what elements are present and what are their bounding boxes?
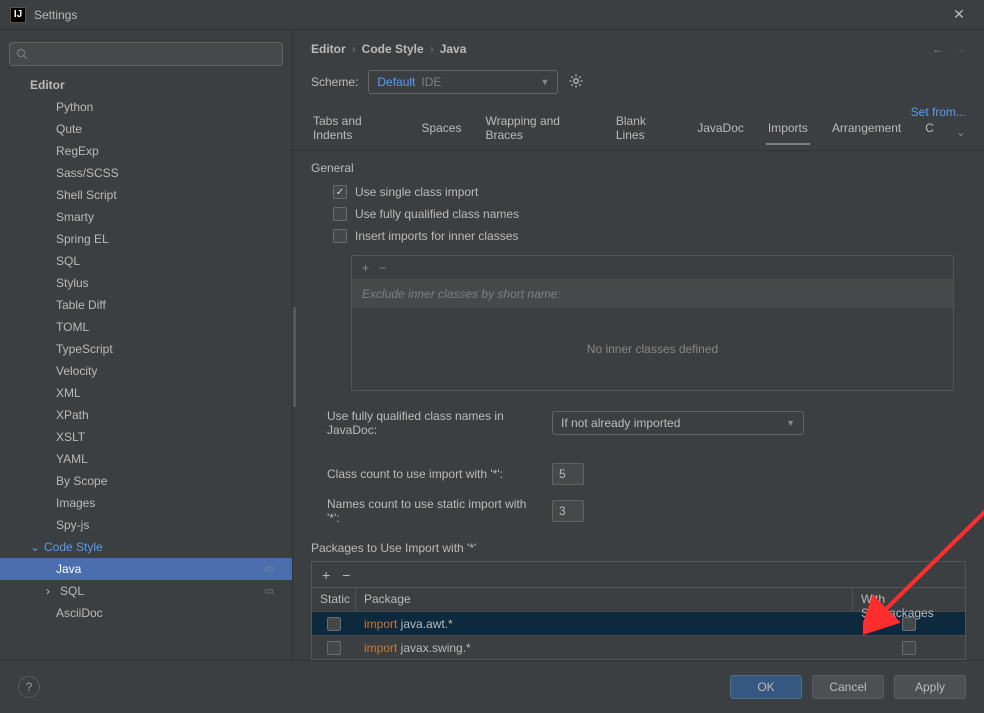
packages-toolbar: + − (311, 561, 966, 587)
ok-button[interactable]: OK (730, 675, 802, 699)
checkbox-icon[interactable] (327, 617, 341, 631)
scheme-label: Scheme: (311, 75, 358, 89)
tag-icon: ▭ (265, 586, 274, 597)
gear-icon[interactable] (568, 73, 584, 92)
tree-item-smarty[interactable]: Smarty (0, 206, 292, 228)
set-from-link[interactable]: Set from... (911, 105, 966, 119)
table-row[interactable]: import javax.swing.* (312, 635, 965, 659)
tree-item-images[interactable]: Images (0, 492, 292, 514)
tree-item-spring-el[interactable]: Spring EL (0, 228, 292, 250)
tree-item-python[interactable]: Python (0, 96, 292, 118)
checkbox-icon[interactable] (902, 641, 916, 655)
tree-item-xslt[interactable]: XSLT (0, 426, 292, 448)
tree-item-velocity[interactable]: Velocity (0, 360, 292, 382)
checkbox-icon[interactable] (333, 185, 347, 199)
tree-item-regexp[interactable]: RegExp (0, 140, 292, 162)
scheme-select[interactable]: Default IDE ▼ (368, 70, 558, 94)
checkbox-icon[interactable] (333, 207, 347, 221)
checkbox-icon[interactable] (327, 641, 341, 655)
remove-icon[interactable]: − (379, 261, 386, 275)
class-count-label: Class count to use import with '*': (327, 467, 542, 481)
tree-item-code-style[interactable]: ⌄ Code Style (0, 536, 292, 558)
names-count-label: Names count to use static import with '*… (327, 497, 542, 525)
packages-table-head: Static Package With Subpackages (312, 588, 965, 611)
help-button[interactable]: ? (18, 676, 40, 698)
class-count-input[interactable]: 5 (552, 463, 584, 485)
content: General Use single class import Use full… (293, 151, 984, 660)
title-bar: IJ Settings ✕ (0, 0, 984, 30)
nav-back-icon[interactable]: ← (932, 42, 944, 56)
add-icon[interactable]: + (362, 261, 369, 275)
tab-c[interactable]: C (923, 121, 936, 143)
checkbox-icon[interactable] (333, 229, 347, 243)
chevron-down-icon: ▼ (786, 418, 795, 428)
fq-javadoc-label: Use fully qualified class names in JavaD… (327, 409, 542, 437)
chevron-down-icon: ▼ (540, 77, 549, 87)
chevron-right-icon: › (46, 584, 58, 598)
tree-item-sql[interactable]: SQL (0, 250, 292, 272)
search-input[interactable] (9, 42, 283, 66)
tree-item-sass-scss[interactable]: Sass/SCSS (0, 162, 292, 184)
tree-item-typescript[interactable]: TypeScript (0, 338, 292, 360)
tree-item-by-scope[interactable]: By Scope (0, 470, 292, 492)
nav-forward-icon[interactable]: → (954, 42, 966, 56)
tab-blank-lines[interactable]: Blank Lines (614, 114, 675, 150)
close-button[interactable]: ✕ (944, 0, 974, 30)
settings-tree[interactable]: Editor PythonQuteRegExpSass/SCSSShell Sc… (0, 74, 292, 660)
tree-item-stylus[interactable]: Stylus (0, 272, 292, 294)
tree-item-toml[interactable]: TOML (0, 316, 292, 338)
tree-header-editor[interactable]: Editor (0, 74, 292, 96)
tree-item-java[interactable]: Java ▭ (0, 558, 292, 580)
tab-javadoc[interactable]: JavaDoc (695, 121, 746, 143)
footer: ? OK Cancel Apply (0, 660, 984, 712)
tabs-overflow-icon[interactable]: ⌄ (956, 125, 966, 139)
apply-button[interactable]: Apply (894, 675, 966, 699)
tab-wrapping-and-braces[interactable]: Wrapping and Braces (483, 114, 593, 150)
tree-item-sql[interactable]: › SQL ▭ (0, 580, 292, 602)
window-title: Settings (34, 8, 77, 22)
tab-imports[interactable]: Imports (766, 121, 810, 145)
packages-table: Static Package With Subpackages import j… (311, 587, 966, 660)
inner-classes-empty: No inner classes defined (352, 308, 953, 390)
checkbox-icon[interactable] (902, 617, 916, 631)
sidebar: Editor PythonQuteRegExpSass/SCSSShell Sc… (0, 30, 292, 660)
tabs: Tabs and Indents Spaces Wrapping and Brace… (293, 104, 984, 151)
chk-fully-qualified[interactable]: Use fully qualified class names (293, 203, 984, 225)
tree-item-table-diff[interactable]: Table Diff (0, 294, 292, 316)
breadcrumb: Editor › Code Style › Java (311, 42, 466, 56)
tree-item-shell-script[interactable]: Shell Script (0, 184, 292, 206)
chk-insert-inner[interactable]: Insert imports for inner classes (293, 225, 984, 247)
add-icon[interactable]: + (322, 567, 330, 583)
tree-item-xpath[interactable]: XPath (0, 404, 292, 426)
general-header: General (293, 151, 984, 181)
tab-arrangement[interactable]: Arrangement (830, 121, 903, 143)
names-count-input[interactable]: 3 (552, 500, 584, 522)
main-panel: Editor › Code Style › Java ← → Scheme: D… (292, 30, 984, 660)
app-icon: IJ (10, 7, 26, 23)
packages-header: Packages to Use Import with '*' (293, 531, 984, 561)
tab-spaces[interactable]: Spaces (419, 121, 463, 143)
search-icon (16, 48, 28, 60)
tree-item-xml[interactable]: XML (0, 382, 292, 404)
inner-classes-filter[interactable]: Exclude inner classes by short name: (352, 280, 953, 308)
tree-item-asciidoc[interactable]: AsciiDoc (0, 602, 292, 624)
chk-single-class-import[interactable]: Use single class import (293, 181, 984, 203)
tab-tabs-and-indents[interactable]: Tabs and Indents (311, 114, 399, 150)
cancel-button[interactable]: Cancel (812, 675, 884, 699)
tree-item-qute[interactable]: Qute (0, 118, 292, 140)
inner-classes-panel: + − Exclude inner classes by short name:… (351, 255, 954, 391)
tree-item-spy-js[interactable]: Spy-js (0, 514, 292, 536)
chevron-down-icon: ⌄ (30, 540, 42, 554)
tag-icon: ▭ (265, 564, 274, 575)
fq-javadoc-select[interactable]: If not already imported ▼ (552, 411, 804, 435)
remove-icon[interactable]: − (342, 567, 350, 583)
tree-item-yaml[interactable]: YAML (0, 448, 292, 470)
